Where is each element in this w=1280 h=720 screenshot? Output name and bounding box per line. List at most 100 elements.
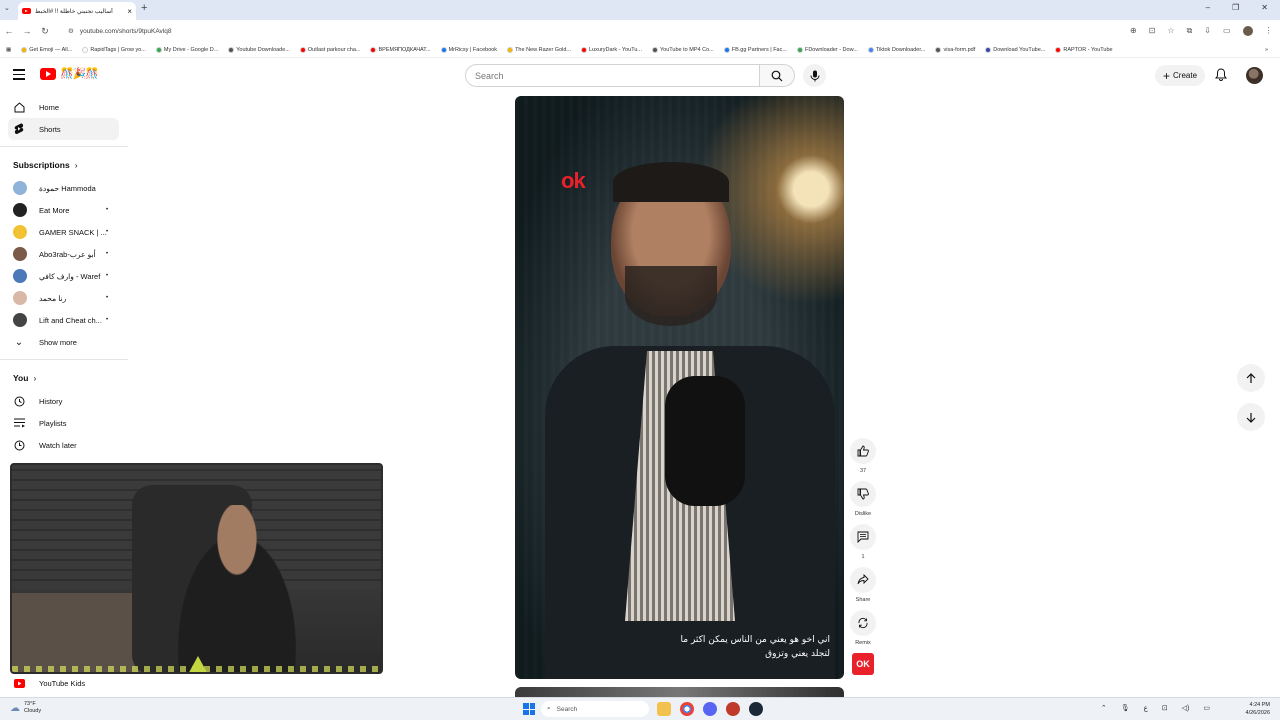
create-button[interactable]: + Create [1155,65,1205,86]
sidebar-item-home[interactable]: Home [0,96,128,118]
sidebar-subscription-item[interactable]: Abo3rab-أبو عرب • [0,243,128,265]
sidebar-subscription-item[interactable]: Eat More • [0,199,128,221]
browser-tab-active[interactable]: أساليب تجنبني خاطلة !! #الخبط × [18,2,136,20]
browser-menu-icon[interactable]: ⋮ [1265,26,1273,36]
bookmark-item[interactable]: Youtube Downloade... [228,46,290,53]
webcam-overlay [10,463,383,674]
bookmark-item[interactable]: visa-form.pdf [935,46,975,53]
language-icon[interactable]: ع [1144,704,1148,712]
sidebar-item-shorts[interactable]: Shorts [8,118,119,140]
home-icon [13,101,25,113]
show-more-button[interactable]: ⌄ Show more [0,331,128,353]
back-button[interactable]: ← [0,26,18,36]
sidebar-subscription-item[interactable]: Lift and Cheat ch... • [0,309,128,331]
bookmark-item[interactable]: LuxuryDark - YouTu... [581,46,642,53]
volume-icon[interactable]: ◁) [1182,704,1190,712]
shorts-video-player[interactable]: ok اني اخو هو يعني من الناس يمكن اكثر ما… [515,96,844,679]
weather-widget[interactable]: ☁ 73°F Cloudy [10,701,41,715]
windows-start-icon[interactable] [523,703,535,715]
taskbar-search-placeholder: Search [556,705,578,713]
bookmark-item[interactable]: Tiktok Downloader... [867,46,925,53]
new-tab-button[interactable]: + [141,2,147,14]
minimize-button[interactable]: – [1206,3,1210,12]
bookmark-item[interactable]: ВРЕМЯПОДКАЧАТ... [370,46,431,53]
sidebar-toggle-icon[interactable]: ▭ [1223,26,1231,36]
tab-close-button[interactable]: × [127,7,132,16]
chevron-up-icon[interactable]: ⌃ [1101,704,1107,712]
search-icon: ⌕ [547,705,551,712]
previous-short-button[interactable] [1237,364,1265,392]
next-short-button[interactable] [1237,403,1265,431]
close-window-button[interactable]: ✕ [1261,3,1268,12]
share-button[interactable] [850,567,876,593]
comments-button[interactable] [850,524,876,550]
notifications-button[interactable] [1215,68,1227,86]
remix-button[interactable] [850,610,876,636]
bookmarks-overflow-button[interactable]: » [1265,47,1268,53]
microphone-icon[interactable]: 🎙 [1121,704,1130,712]
search-button[interactable] [760,64,795,87]
bookmark-star-icon[interactable]: ☆ [1167,26,1174,36]
downloads-icon[interactable]: ⇩ [1204,26,1211,36]
bookmark-item[interactable]: RAPTOR - YouTube [1055,46,1113,53]
bookmark-item[interactable]: Get Emoji — All... [21,46,72,53]
bookmark-item[interactable]: YouTube to MP4 Co... [652,46,714,53]
taskbar-search-input[interactable]: ⌕ Search [541,701,649,717]
apps-grid-icon[interactable]: ▦ [6,47,11,53]
steam-icon[interactable] [749,702,763,716]
sidebar-item-watch-later[interactable]: Watch later [0,434,128,456]
bookmark-label: YouTube to MP4 Co... [660,46,714,53]
install-app-icon[interactable]: ⊡ [1149,26,1156,36]
logo-doodle[interactable]: 🎊🎉🎊 [60,67,99,80]
webcam-person [162,505,312,672]
bookmark-item[interactable]: MrRicsy | Facebook [440,46,497,53]
sidebar-item-label: حمودة Hammoda [39,183,96,193]
menu-icon[interactable] [13,69,25,83]
you-heading[interactable]: You › [0,366,128,390]
app-icon[interactable] [726,702,740,716]
sidebar-item-playlists[interactable]: Playlists [0,412,128,434]
bookmark-item[interactable]: Download YouTube... [985,46,1045,53]
user-avatar[interactable] [1246,67,1263,84]
battery-icon[interactable]: ▭ [1203,704,1210,712]
sidebar-item-history[interactable]: History [0,390,128,412]
dislike-button[interactable] [850,481,876,507]
subscriptions-heading[interactable]: Subscriptions › [0,153,128,177]
youtube-logo[interactable] [40,68,56,80]
bookmark-item[interactable]: My Drive - Google D... [155,46,218,53]
next-short-preview[interactable] [515,687,844,697]
bookmark-favicon-icon [507,46,514,53]
caption-line: اني اخو هو يعني من الناس يمكن اكثر ما [680,635,830,645]
show-more-label: Show more [39,337,77,347]
bookmark-item[interactable]: FB.gg Partners | Fac... [723,46,787,53]
like-button[interactable] [850,438,876,464]
sidebar-subscription-item[interactable]: حمودة Hammoda [0,177,128,199]
clock-date: 4/26/2026 [1245,710,1270,716]
taskbar-clock[interactable]: 4:24 PM 4/26/2026 [1246,701,1270,717]
network-icon[interactable]: ⊡ [1162,704,1168,712]
forward-button[interactable]: → [18,26,36,36]
channel-avatar[interactable]: OK [852,653,874,675]
profile-avatar[interactable] [1242,26,1253,36]
zoom-icon[interactable]: ⊕ [1130,26,1137,36]
maximize-button[interactable]: ❐ [1232,3,1239,12]
windows-taskbar: ☁ 73°F Cloudy ⌕ Search ⌃ 🎙 ع ⊡ ◁) ▭ 4:24… [0,697,1280,720]
tab-search-icon[interactable]: ⌄ [4,4,10,12]
site-info-icon[interactable]: ⚙ [68,27,74,35]
chrome-icon[interactable] [680,702,694,716]
sidebar-item-youtube-kids[interactable]: YouTube Kids [0,672,128,694]
voice-search-button[interactable] [803,64,826,87]
bookmark-item[interactable]: Outlast parkour cha... [299,46,360,53]
bookmark-item[interactable]: The New Razer Gold... [507,46,571,53]
bookmark-item[interactable]: FDownloader - Dow... [796,46,858,53]
extensions-icon[interactable]: ⧉ [1187,26,1193,36]
discord-icon[interactable] [703,702,717,716]
sidebar-subscription-item[interactable]: رنا محمد • [0,287,128,309]
search-input[interactable]: Search [465,64,760,87]
sidebar-subscription-item[interactable]: وارف كافي - Waref • [0,265,128,287]
sidebar-subscription-item[interactable]: GAMER SNACK | ... • [0,221,128,243]
reload-button[interactable]: ↻ [36,26,54,37]
url-field[interactable]: ⚙ youtube.com/shorts/9tpuKAvlq8 [60,23,1120,39]
file-explorer-icon[interactable] [657,702,671,716]
bookmark-item[interactable]: RapidTags | Grow yo... [82,46,146,53]
